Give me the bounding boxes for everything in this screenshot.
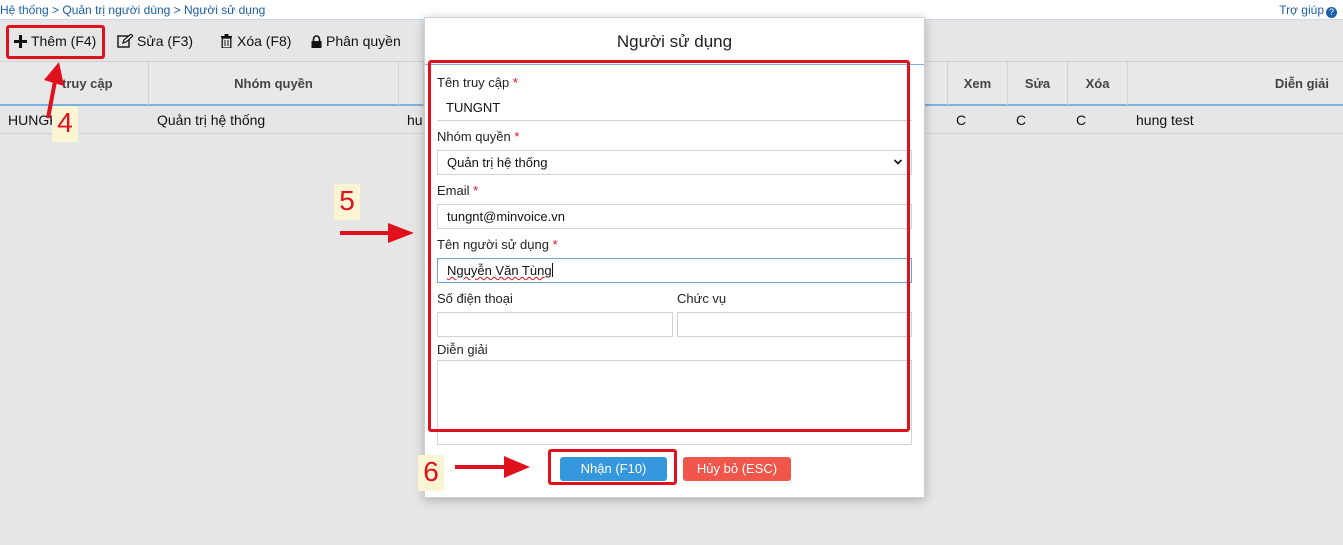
phone-label: Số điện thoại (437, 291, 513, 306)
chevron-down-icon (893, 159, 903, 165)
username-field[interactable]: TUNGNT (437, 96, 912, 121)
group-select-value: Quản trị hệ thống (447, 155, 548, 170)
add-button[interactable]: Thêm (F4) (14, 33, 96, 49)
help-icon: ? (1326, 7, 1337, 18)
col-username[interactable]: truy cập (0, 62, 149, 105)
position-field[interactable] (677, 312, 912, 337)
col-group[interactable]: Nhóm quyền (149, 62, 399, 105)
cell-edit: C (1016, 112, 1027, 128)
trash-icon (221, 34, 232, 48)
col-edit[interactable]: Sửa (1008, 62, 1068, 105)
lock-icon (311, 34, 322, 48)
required-mark: * (473, 183, 479, 198)
help-label: Trợ giúp (1279, 3, 1324, 17)
col-description[interactable]: Diễn giải (1128, 62, 1343, 105)
ok-button[interactable]: Nhận (F10) (560, 457, 667, 481)
username-label: Tên truy cập * (437, 75, 518, 90)
phone-field[interactable] (437, 312, 673, 337)
annotation-number-5: 5 (334, 184, 360, 220)
note-label: Diễn giải (437, 342, 488, 357)
col-name[interactable] (399, 62, 424, 105)
cell-view: C (956, 112, 967, 128)
permission-button[interactable]: Phân quyền (311, 33, 401, 49)
delete-button-label: Xóa (F8) (237, 33, 292, 49)
edit-button-label: Sửa (F3) (137, 33, 194, 49)
col-delete[interactable]: Xóa (1068, 62, 1128, 105)
note-textarea[interactable] (437, 360, 912, 445)
email-field[interactable]: tungnt@minvoice.vn (437, 204, 912, 229)
cell-description: hung test (1136, 112, 1194, 128)
dialog-title: Người sử dụng (616, 32, 733, 51)
add-button-label: Thêm (F4) (31, 33, 97, 49)
col-view[interactable]: Xem (948, 62, 1008, 105)
required-mark: * (552, 237, 558, 252)
cell-delete: C (1076, 112, 1087, 128)
fullname-field[interactable]: Nguyễn Văn Tùng (437, 258, 912, 283)
position-label: Chức vụ (677, 291, 727, 306)
group-label: Nhóm quyền * (437, 129, 520, 144)
edit-icon (117, 34, 133, 48)
cancel-button[interactable]: Hủy bỏ (ESC) (683, 457, 791, 481)
fullname-label: Tên người sử dụng * (437, 237, 558, 252)
breadcrumb[interactable]: Hệ thống > Quản trị người dùng > Người s… (0, 3, 265, 17)
required-mark: * (512, 75, 518, 90)
cell-group: Quản trị hệ thống (157, 112, 266, 128)
delete-button[interactable]: Xóa (F8) (220, 33, 291, 49)
help-link[interactable]: Trợ giúp? (1279, 3, 1337, 18)
annotation-number-6: 6 (418, 455, 444, 491)
text-caret (551, 263, 553, 277)
plus-icon (14, 34, 27, 48)
group-select[interactable]: Quản trị hệ thống (437, 150, 912, 175)
col-spacer (924, 62, 948, 105)
permission-button-label: Phân quyền (326, 33, 401, 49)
email-label: Email * (437, 183, 479, 198)
annotation-number-4: 4 (52, 106, 78, 142)
cell-name: hu (407, 112, 423, 128)
fullname-value: Nguyễn Văn Tùng (447, 263, 552, 278)
user-dialog: Người sử dụng Tên truy cập * TUNGNT Nhóm… (424, 17, 925, 498)
required-mark: * (514, 129, 520, 144)
dialog-title-divider (425, 64, 924, 65)
edit-button[interactable]: Sửa (F3) (117, 33, 193, 49)
